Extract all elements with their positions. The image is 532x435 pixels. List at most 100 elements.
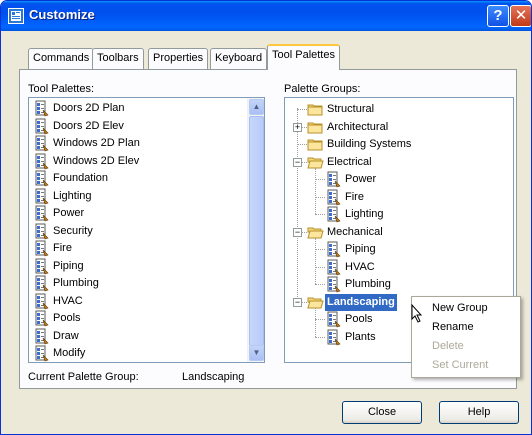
tree-item-label: Pools <box>345 313 373 325</box>
tool-palette-icon <box>33 223 50 240</box>
folder-icon <box>307 136 324 153</box>
tool-palettes-scrollbar[interactable]: ▲ ▼ <box>247 98 264 362</box>
list-item-label: Plumbing <box>53 277 99 289</box>
tree-connector-line <box>315 266 325 268</box>
tree-connector-line <box>315 249 325 250</box>
tab-properties[interactable]: Properties <box>148 48 209 69</box>
list-item-label: Doors 2D Plan <box>53 102 125 114</box>
tree-item-label: Electrical <box>327 155 372 168</box>
tool-palette-icon <box>33 135 50 152</box>
collapse-icon[interactable]: − <box>293 297 302 307</box>
tree-item-label: Building Systems <box>327 138 412 150</box>
tree-connector-line <box>315 237 316 284</box>
scroll-down-arrow-icon[interactable]: ▼ <box>249 345 264 361</box>
current-palette-group-value: Landscaping <box>182 371 245 383</box>
context-menu-rename[interactable]: Rename <box>412 318 520 337</box>
tree-connector-line <box>297 109 307 110</box>
list-item-label: Piping <box>53 259 84 272</box>
list-item-label: Foundation <box>53 172 109 184</box>
tool-palettes-list[interactable]: Modify Draw Pools HVAC Plumbing Piping Fire Sec… <box>28 97 265 363</box>
list-item-label: HVAC <box>53 294 83 307</box>
tree-item-label: HVAC <box>345 260 375 273</box>
tool-palette-icon <box>325 311 342 328</box>
app-icon <box>8 8 24 24</box>
list-item-label: Security <box>53 224 93 237</box>
tool-palette-icon <box>33 170 50 187</box>
tab-toolbars[interactable]: Toolbars <box>92 48 144 69</box>
tree-connector-line <box>315 319 325 320</box>
list-item-label: Lighting <box>53 189 92 202</box>
title-close-button[interactable]: ✕ <box>510 5 531 27</box>
tool-palette-icon <box>33 293 50 310</box>
collapse-icon[interactable]: − <box>293 227 302 237</box>
tool-palette-icon <box>325 329 342 346</box>
tree-connector-line <box>315 196 325 198</box>
list-item-label: Pools <box>53 312 81 324</box>
tool-palette-icon <box>33 118 50 135</box>
tree-connector-line <box>297 144 307 145</box>
tree-connector-line <box>315 284 325 285</box>
tab-commands[interactable]: Commands <box>28 48 95 69</box>
window-title: Customize <box>29 7 95 22</box>
mouse-cursor-icon <box>411 304 423 323</box>
list-item-label: Fire <box>53 242 72 254</box>
tool-palette-icon <box>33 258 50 275</box>
list-item-label: Draw <box>53 329 79 342</box>
list-item-label: Windows 2D Elev <box>53 154 140 167</box>
tree-item-label: Lighting <box>345 208 384 220</box>
context-menu-delete: Delete <box>432 340 464 352</box>
tree-connector-line <box>315 179 325 180</box>
tree-item-label: Plumbing <box>345 278 391 290</box>
scroll-thumb[interactable] <box>249 116 264 346</box>
tool-palette-icon <box>325 189 342 206</box>
tree-connector-line <box>315 167 316 214</box>
tool-palette-icon <box>33 100 50 117</box>
palette-groups-label: Palette Groups: <box>284 83 361 95</box>
context-menu: New Group Rename Delete Set Current <box>411 296 521 378</box>
context-menu-set-current: Set Current <box>432 359 489 371</box>
tool-palette-icon <box>33 345 50 362</box>
tree-item-label: Mechanical <box>327 225 383 238</box>
context-menu-new-group[interactable]: New Group <box>412 299 520 318</box>
list-item-label: Windows 2D Plan <box>53 137 140 149</box>
tool-palette-icon <box>33 310 50 327</box>
current-palette-group-label: Current Palette Group: <box>28 371 139 383</box>
tree-item-label: Architectural <box>327 120 389 133</box>
list-item-label: Doors 2D Elev <box>53 119 124 132</box>
tree-connector-line <box>297 108 298 301</box>
list-item-label: Power <box>53 207 85 219</box>
collapse-icon[interactable]: − <box>293 157 302 167</box>
tree-connector-line <box>315 214 325 215</box>
scroll-up-arrow-icon[interactable]: ▲ <box>249 99 264 115</box>
tree-item-label: Plants <box>345 330 376 343</box>
tool-palette-icon <box>325 171 342 188</box>
tree-item-label: Landscaping <box>325 293 397 311</box>
close-button[interactable]: Close <box>342 401 422 424</box>
list-item-label: Modify <box>53 347 86 359</box>
tool-palette-icon <box>33 275 50 292</box>
tree-connector-line <box>315 336 325 338</box>
tool-palette-icon <box>325 241 342 258</box>
tool-palette-icon <box>325 276 342 293</box>
folder-icon <box>307 101 324 118</box>
tree-item-label: Structural <box>327 103 375 115</box>
tree-item-label: Fire <box>345 190 364 203</box>
expand-icon[interactable]: + <box>293 122 302 132</box>
tab-tool-palettes[interactable]: Tool Palettes <box>267 44 340 70</box>
tree-item-label: Power <box>345 173 377 185</box>
title-bar[interactable]: Customize ? ✕ <box>1 1 531 31</box>
tool-palette-icon <box>33 240 50 257</box>
customize-dialog: Customize ? ✕ Commands Toolbars Properti… <box>0 0 532 435</box>
tool-palette-icon <box>33 153 50 170</box>
tree-item-label: Piping <box>345 243 376 255</box>
title-help-button[interactable]: ? <box>487 5 509 27</box>
folder-icon <box>307 119 324 136</box>
tab-keyboard[interactable]: Keyboard <box>210 48 268 69</box>
tool-palette-icon <box>325 206 342 223</box>
tool-palettes-label: Tool Palettes: <box>28 83 95 95</box>
tool-palette-icon <box>33 205 50 222</box>
tree-connector-line <box>315 307 316 337</box>
tool-palette-icon <box>33 188 50 205</box>
tool-palette-icon <box>325 259 342 276</box>
help-button[interactable]: Help <box>439 401 519 424</box>
